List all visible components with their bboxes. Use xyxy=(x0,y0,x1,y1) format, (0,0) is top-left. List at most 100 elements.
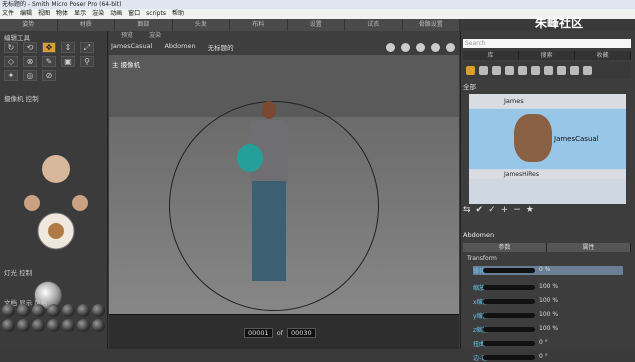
library-item[interactable]: James xyxy=(469,94,626,108)
style-swatch-icon[interactable] xyxy=(2,304,15,317)
tab-search[interactable]: 搜索 xyxy=(519,51,575,60)
chain-tool-icon[interactable]: ⊗ xyxy=(23,56,37,67)
style-swatch-icon[interactable] xyxy=(47,319,60,332)
apply-icon[interactable]: ✔ xyxy=(476,205,484,215)
style-swatch-icon[interactable] xyxy=(62,319,75,332)
materials-category-icon[interactable] xyxy=(570,66,579,75)
total-frames[interactable]: 00030 xyxy=(286,328,316,338)
morph-brush-icon[interactable]: ✦ xyxy=(4,70,18,81)
menu-animation[interactable]: 动画 xyxy=(110,9,122,19)
parameter-dial[interactable]: 边-边 0 ° xyxy=(473,353,623,362)
parameter-dial[interactable]: 锥化 0 % xyxy=(473,266,623,275)
param-value[interactable]: 0 % xyxy=(539,266,550,273)
style-swatch-icon[interactable] xyxy=(32,319,45,332)
menu-display[interactable]: 显示 xyxy=(74,9,86,19)
hands-category-icon[interactable] xyxy=(518,66,527,75)
library-item[interactable]: JamesHiRes xyxy=(469,170,626,179)
dial-bar[interactable] xyxy=(483,285,535,290)
menu-window[interactable]: 窗口 xyxy=(128,9,140,19)
render-icon[interactable] xyxy=(401,43,410,52)
menu-scripts[interactable]: scripts xyxy=(146,9,166,19)
dial-bar[interactable] xyxy=(483,313,535,318)
menu-render[interactable]: 渲染 xyxy=(92,9,104,19)
view-magnifier-icon[interactable]: ⚲ xyxy=(80,56,94,67)
settings-icon[interactable] xyxy=(416,43,425,52)
direct-manipulation-icon[interactable]: ◎ xyxy=(23,70,37,81)
style-swatch-icon[interactable] xyxy=(32,304,45,317)
style-swatch-icon[interactable] xyxy=(77,319,90,332)
style-swatch-icon[interactable] xyxy=(2,319,15,332)
selected-part-highlight[interactable] xyxy=(237,144,263,172)
move-tool-icon[interactable]: ⇕ xyxy=(61,42,75,53)
figure-head[interactable] xyxy=(262,101,276,119)
parameters-part[interactable]: Abdomen xyxy=(463,231,631,239)
parameter-dial[interactable]: z缩放 100 % xyxy=(473,325,623,334)
lights-category-icon[interactable] xyxy=(544,66,553,75)
light-icon[interactable] xyxy=(446,43,455,52)
room-tab[interactable]: 材质 xyxy=(58,19,115,31)
apply-add-icon[interactable]: ✓ xyxy=(488,205,496,215)
document-viewport[interactable]: 预览 渲染 JamesCasual Abdomen 无标题的 主 摄像机 xyxy=(109,31,459,334)
twist-tool-icon[interactable]: ⟲ xyxy=(23,42,37,53)
remove-icon[interactable]: − xyxy=(513,205,521,215)
replace-icon[interactable]: ⇆ xyxy=(463,205,471,215)
style-swatch-icon[interactable] xyxy=(92,319,105,332)
parameter-dial[interactable]: x缩放 100 % xyxy=(473,297,623,306)
room-tab[interactable]: 头发 xyxy=(173,19,230,31)
poses-category-icon[interactable] xyxy=(479,66,488,75)
tab-parameters[interactable]: 参数 xyxy=(463,243,547,252)
menu-help[interactable]: 帮助 xyxy=(172,9,184,19)
figures-category-icon[interactable] xyxy=(466,66,475,75)
library-path[interactable]: 全部 xyxy=(463,81,476,91)
cameras-category-icon[interactable] xyxy=(557,66,566,75)
favorite-icon[interactable]: ★ xyxy=(526,205,534,215)
room-tab[interactable]: 骨骼设置 xyxy=(403,19,460,31)
menu-object[interactable]: 物体 xyxy=(56,9,68,19)
style-swatch-icon[interactable] xyxy=(77,304,90,317)
tab-properties[interactable]: 属性 xyxy=(547,243,631,252)
menu-file[interactable]: 文件 xyxy=(2,9,14,19)
style-swatch-icon[interactable] xyxy=(47,304,60,317)
grouping-tool-icon[interactable]: ▣ xyxy=(61,56,75,67)
hair-category-icon[interactable] xyxy=(505,66,514,75)
expressions-category-icon[interactable] xyxy=(492,66,501,75)
camera-control-widget[interactable] xyxy=(16,141,96,256)
param-value[interactable]: 100 % xyxy=(539,325,558,332)
add-icon[interactable]: + xyxy=(501,205,509,215)
room-tab[interactable]: 姿势 xyxy=(0,19,58,31)
style-swatch-icon[interactable] xyxy=(92,304,105,317)
display-icon[interactable] xyxy=(431,43,440,52)
camera-icon[interactable] xyxy=(386,43,395,52)
param-value[interactable]: 100 % xyxy=(539,311,558,318)
room-tab[interactable]: 试衣 xyxy=(345,19,403,31)
style-swatch-icon[interactable] xyxy=(17,304,30,317)
current-frame[interactable]: 00001 xyxy=(244,328,273,338)
param-value[interactable]: 100 % xyxy=(539,297,558,304)
library-search-input[interactable]: Search xyxy=(463,39,631,48)
scale-tool-icon[interactable]: ⤢ xyxy=(80,42,94,53)
figure-select[interactable]: JamesCasual xyxy=(111,42,152,52)
room-tab[interactable]: 布料 xyxy=(230,19,288,31)
param-value[interactable]: 100 % xyxy=(539,283,558,290)
translate-tool-icon[interactable]: ✥ xyxy=(42,42,56,53)
color-tool-icon[interactable]: ✎ xyxy=(42,56,56,67)
scenes-category-icon[interactable] xyxy=(583,66,592,75)
parameter-dial[interactable]: 扭曲 0 ° xyxy=(473,339,623,348)
tab-render[interactable]: 渲染 xyxy=(149,31,161,40)
dial-bar[interactable] xyxy=(483,327,535,332)
menu-view[interactable]: 视图 xyxy=(38,9,50,19)
rotate-tool-icon[interactable]: ↻ xyxy=(4,42,18,53)
menu-edit[interactable]: 编辑 xyxy=(20,9,32,19)
style-swatch-icon[interactable] xyxy=(17,319,30,332)
parameter-dial[interactable]: y缩放 100 % xyxy=(473,311,623,320)
dial-bar[interactable] xyxy=(483,299,535,304)
tab-preview[interactable]: 预览 xyxy=(121,31,133,40)
room-tab[interactable]: 设置 xyxy=(288,19,345,31)
param-value[interactable]: 0 ° xyxy=(539,339,548,346)
taper-tool-icon[interactable]: ◇ xyxy=(4,56,18,67)
part-select[interactable]: Abdomen xyxy=(164,42,195,52)
dial-bar[interactable] xyxy=(483,268,535,273)
dial-bar[interactable] xyxy=(483,355,535,360)
props-category-icon[interactable] xyxy=(531,66,540,75)
tab-favorites[interactable]: 收藏 xyxy=(575,51,631,60)
